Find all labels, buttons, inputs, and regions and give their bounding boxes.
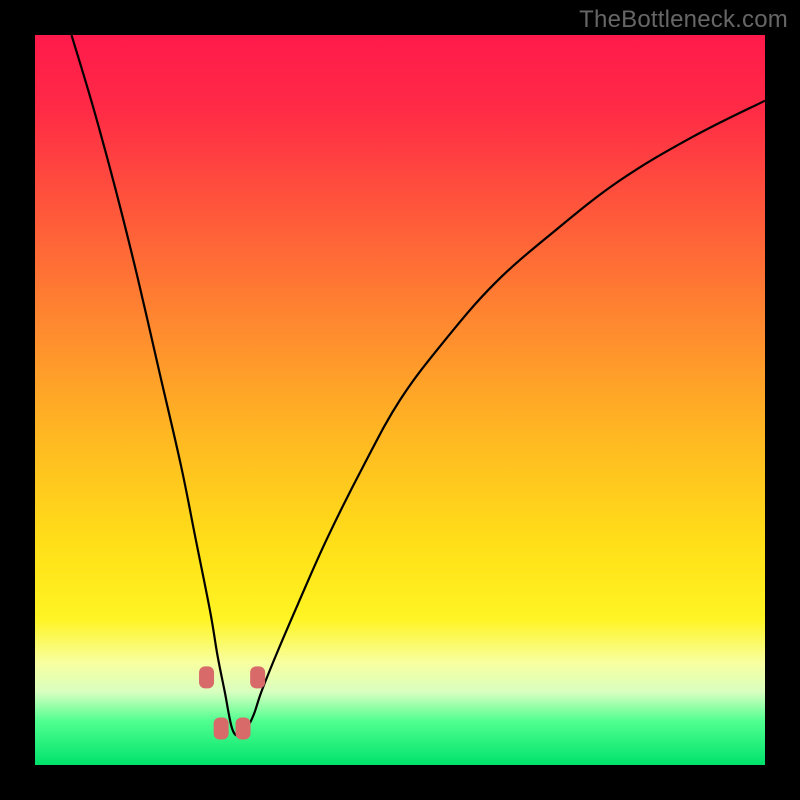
marker-dot (250, 666, 265, 688)
marker-dot (199, 666, 214, 688)
chart-frame (35, 35, 765, 765)
marker-dot (214, 718, 229, 740)
watermark-text: TheBottleneck.com (579, 6, 788, 34)
marker-dot (236, 718, 251, 740)
chart-svg (35, 35, 765, 765)
